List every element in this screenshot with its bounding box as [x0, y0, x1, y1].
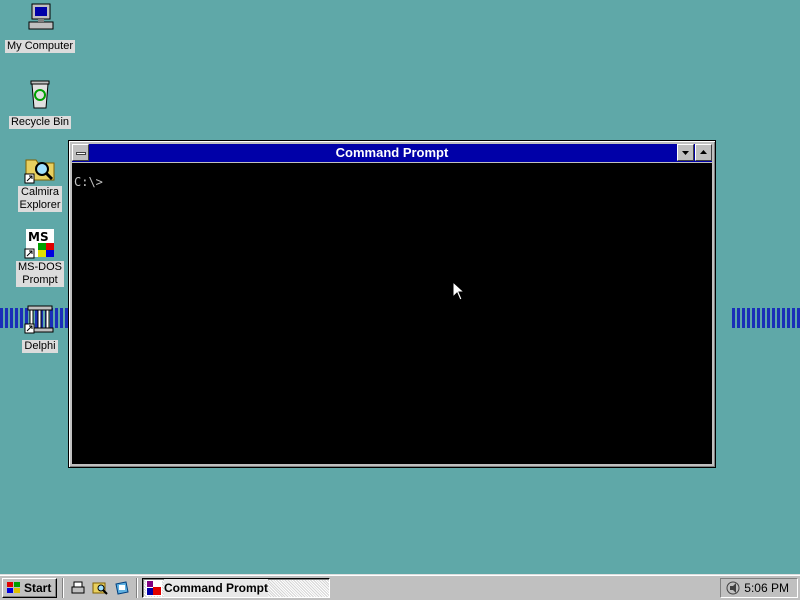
windows-logo-icon [7, 582, 20, 593]
recycle-bin-icon [24, 78, 56, 110]
delphi-icon [24, 302, 56, 334]
taskbar-separator [136, 578, 138, 598]
taskbar: Start Command Prompt 5:06 PM [0, 574, 800, 600]
maximize-button[interactable] [695, 144, 712, 161]
explorer-quicklaunch-icon[interactable] [114, 580, 130, 596]
desktop-icon-my-computer[interactable]: My Computer [4, 2, 76, 54]
command-prompt-text: C:\> [74, 175, 103, 189]
find-quicklaunch-icon[interactable] [92, 580, 108, 596]
console-area[interactable]: C:\> [72, 163, 712, 464]
desktop-icon-label: Calmira Explorer [17, 186, 63, 212]
start-button[interactable]: Start [2, 578, 57, 598]
desktop-icon-recycle-bin[interactable]: Recycle Bin [4, 78, 76, 130]
window-title: Command Prompt [335, 145, 449, 160]
desktop-icon-label: Delphi [22, 340, 58, 353]
clock[interactable]: 5:06 PM [744, 579, 789, 597]
taskbar-separator [62, 578, 64, 598]
start-label: Start [24, 581, 52, 595]
blue-stripe-right [732, 308, 800, 328]
ms-dos-icon: MS [24, 227, 56, 259]
svg-text:MS: MS [28, 230, 49, 244]
printer-quicklaunch-icon[interactable] [70, 580, 86, 596]
window-titlebar[interactable]: Command Prompt [72, 144, 712, 162]
folder-magnifier-icon [24, 152, 56, 184]
computer-icon [24, 2, 56, 34]
desktop-icon-label: MS-DOS Prompt [16, 261, 64, 287]
taskbar-button-command-prompt[interactable]: Command Prompt [142, 578, 330, 598]
triangle-down-icon [682, 151, 689, 155]
minimize-button[interactable] [677, 144, 694, 161]
desktop-icon-calmira-explorer[interactable]: Calmira Explorer [4, 152, 76, 213]
mouse-pointer-icon [452, 281, 466, 301]
ms-dos-small-icon [146, 580, 162, 596]
desktop-icon-ms-dos-prompt[interactable]: MS MS-DOS Prompt [4, 227, 76, 288]
desktop-icon-delphi[interactable]: Delphi [4, 302, 76, 354]
desktop-icon-label: My Computer [4, 40, 76, 53]
system-tray: 5:06 PM [720, 578, 798, 598]
volume-tray-icon[interactable] [725, 580, 741, 596]
triangle-up-icon [700, 150, 707, 154]
command-prompt-window[interactable]: Command Prompt C:\> [68, 140, 716, 468]
desktop-icon-label: Recycle Bin [8, 116, 72, 129]
task-label: Command Prompt [164, 579, 269, 597]
